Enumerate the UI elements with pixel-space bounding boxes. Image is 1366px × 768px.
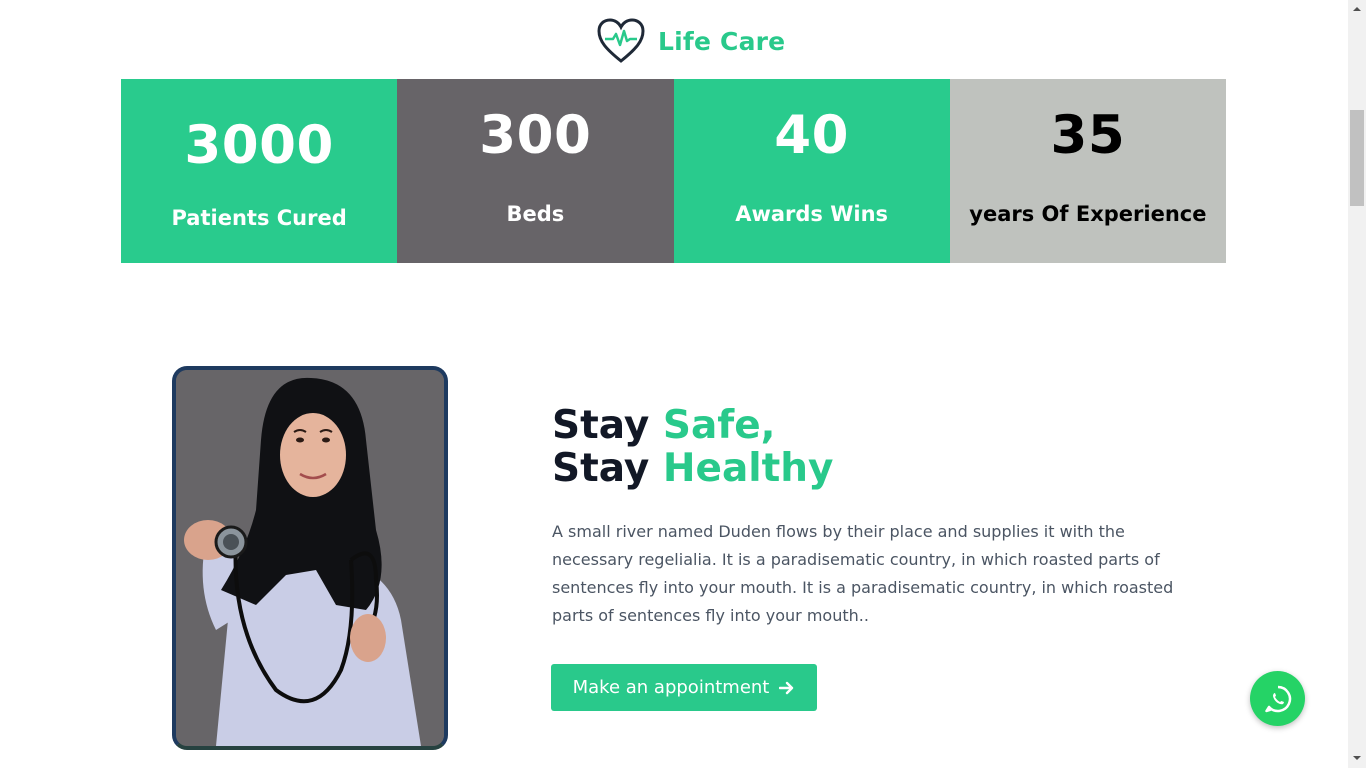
arrow-right-icon: [779, 681, 794, 694]
cta-label: Make an appointment: [572, 677, 770, 698]
stat-label: Patients Cured: [171, 206, 347, 230]
stat-years-experience: 35 years Of Experience: [949, 79, 1226, 263]
stats-strip: 3000 Patients Cured 300 Beds 40 Awards W…: [121, 79, 1226, 263]
doctor-illustration: [176, 370, 444, 746]
whatsapp-button[interactable]: [1250, 671, 1305, 726]
stat-value: 35: [1050, 105, 1126, 166]
scrollbar-thumb[interactable]: [1350, 110, 1364, 206]
headline-line1-accent: Safe,: [662, 403, 776, 448]
whatsapp-icon: [1264, 685, 1291, 712]
headline-line2-prefix: Stay: [552, 446, 650, 491]
stat-label: Awards Wins: [735, 202, 889, 226]
page-scrollbar[interactable]: [1348, 0, 1366, 768]
scroll-up-icon[interactable]: [1352, 4, 1362, 14]
make-appointment-button[interactable]: Make an appointment: [551, 664, 817, 711]
stat-awards-wins: 40 Awards Wins: [673, 79, 950, 263]
stat-value: 3000: [184, 115, 334, 176]
heart-pulse-icon: [597, 18, 645, 63]
stat-patients-cured: 3000 Patients Cured: [121, 79, 398, 263]
stat-label: Beds: [506, 202, 565, 226]
headline-line2-accent: Healthy: [662, 446, 834, 491]
page: Life Care 3000 Patients Cured 300 Beds 4…: [0, 0, 1348, 768]
hero-description: A small river named Duden flows by their…: [552, 522, 1174, 625]
doctor-photo: [172, 366, 448, 750]
brand-name: Life Care: [658, 26, 786, 56]
stat-value: 40: [774, 105, 849, 166]
stat-label: years Of Experience: [969, 202, 1207, 226]
hero-headline: Stay Safe, Stay Healthy: [552, 404, 833, 490]
scroll-down-icon[interactable]: [1352, 753, 1362, 763]
headline-line1-prefix: Stay: [552, 403, 650, 448]
brand-logo[interactable]: Life Care: [596, 17, 785, 65]
stat-value: 300: [479, 105, 592, 166]
stat-beds: 300 Beds: [397, 79, 674, 263]
